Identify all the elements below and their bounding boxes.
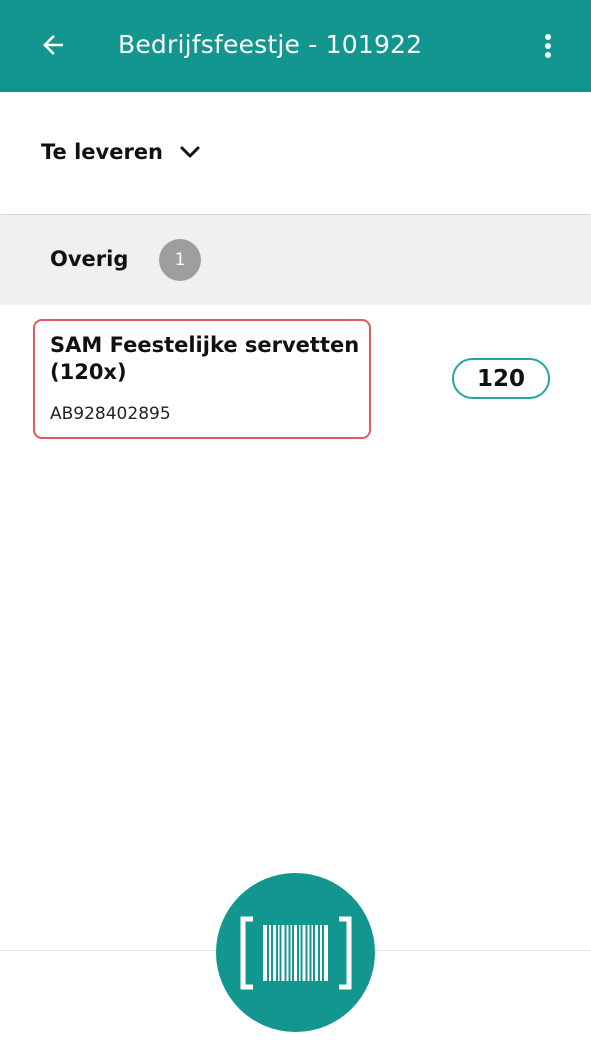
product-name: SAM Feestelijke servetten (120x) [50,333,360,384]
more-vert-icon [545,34,551,58]
product-code: AB928402895 [50,404,171,424]
quantity-pill[interactable]: 120 [452,358,550,399]
chevron-down-icon [179,145,201,159]
overflow-menu-button[interactable] [530,24,566,68]
back-button[interactable] [30,22,76,68]
barcode-scan-icon [240,916,351,989]
app-bar: Bedrijfsfeestje - 101922 [0,0,591,92]
page-title: Bedrijfsfeestje - 101922 [118,30,423,59]
section-title: Overig [50,247,129,271]
scan-barcode-button[interactable] [216,873,375,1032]
section-header: Overig 1 [0,215,591,305]
product-card[interactable]: SAM Feestelijke servetten (120x) AB92840… [33,319,371,439]
filter-bar: Te leveren [0,92,591,214]
status-filter-label: Te leveren [41,140,164,164]
status-filter-dropdown[interactable]: Te leveren [41,132,201,172]
section-count-badge: 1 [159,239,201,281]
arrow-back-icon [43,35,63,55]
